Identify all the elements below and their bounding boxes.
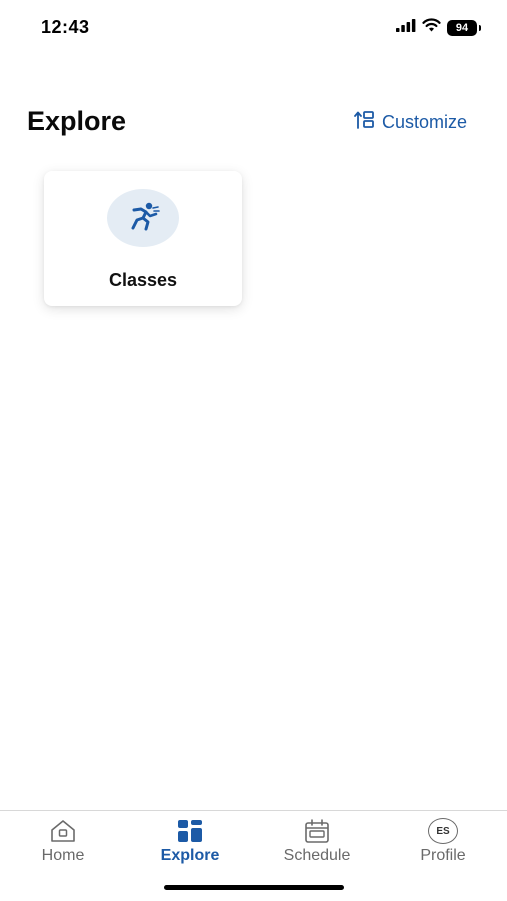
card-icon-background [107,189,179,247]
calendar-icon [257,817,377,845]
tab-home[interactable]: Home [3,817,123,865]
customize-label: Customize [381,112,467,132]
classes-card[interactable]: Classes [44,171,242,306]
status-bar: 12:43 94 [0,0,507,54]
running-person-icon [126,201,160,236]
tab-label: Schedule [283,847,351,864]
tab-explore[interactable]: Explore [130,817,250,865]
tab-schedule[interactable]: Schedule [257,817,377,865]
tab-label: Profile [420,847,466,864]
battery-tip [479,24,481,31]
sort-layout-icon [354,110,376,135]
page-title: Explore [27,106,127,136]
home-indicator [164,885,344,890]
explore-grid-icon [130,817,250,845]
customize-button[interactable]: Customize [354,110,467,135]
tab-label: Explore [160,847,220,864]
tab-profile[interactable]: ES Profile [383,817,503,865]
avatar-icon: ES [428,818,458,844]
status-icons: 94 [396,18,481,37]
home-icon [3,817,123,845]
battery-icon: 94 [447,19,477,36]
wifi-icon [422,18,441,37]
status-time: 12:43 [41,17,90,37]
tab-label: Home [41,847,85,864]
signal-icon [396,18,416,37]
card-label: Classes [108,270,178,290]
